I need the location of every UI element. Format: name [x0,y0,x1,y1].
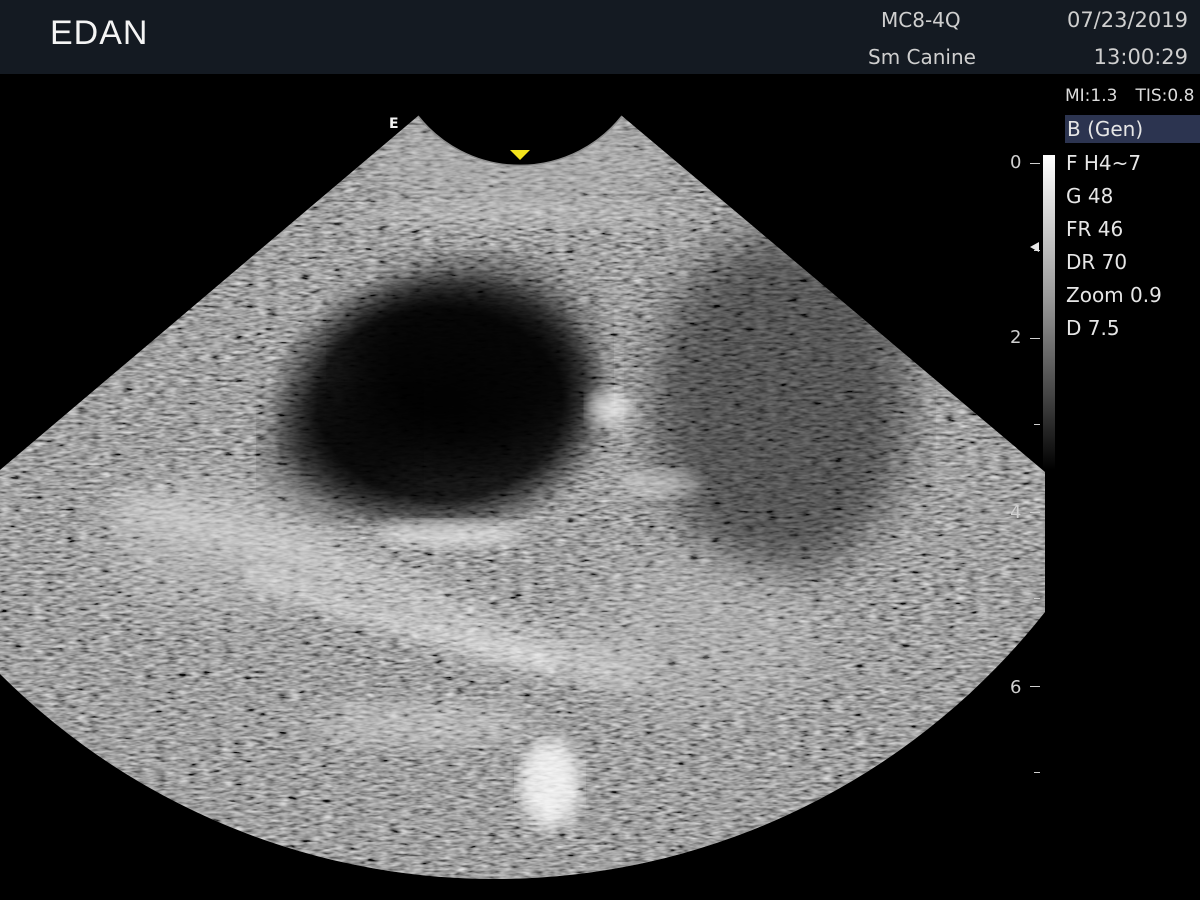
param-frequency: F H4~7 [1066,151,1142,175]
mechanical-index: MI:1.3 [1065,86,1118,106]
param-zoom: Zoom 0.9 [1066,283,1162,307]
depth-tick [1034,598,1040,599]
exam-preset: Sm Canine [868,45,976,69]
depth-tick [1030,338,1040,339]
focal-zone-marker [1030,242,1039,252]
param-frame-rate: FR 46 [1066,217,1124,241]
grayscale-bar [1043,155,1055,470]
exam-time: 13:00:29 [1093,45,1188,69]
orientation-marker: E [389,116,399,132]
depth-label-2: 2 [1010,327,1022,348]
brand-logo: EDAN [50,14,149,52]
ultrasound-image [0,115,1045,880]
probe-model: MC8-4Q [881,8,961,32]
depth-label-4: 4 [1010,502,1022,523]
focus-position-marker [510,150,530,160]
param-dynamic-range: DR 70 [1066,250,1128,274]
param-gain: G 48 [1066,184,1114,208]
depth-tick [1030,163,1040,164]
depth-label-0: 0 [1010,152,1022,173]
depth-tick [1034,424,1040,425]
exam-date: 07/23/2019 [1066,8,1188,32]
header-bar: EDAN MC8-4Q Sm Canine 07/23/2019 13:00:2… [0,0,1200,74]
depth-tick [1030,686,1040,687]
echo-sector [0,116,1045,880]
depth-tick [1030,512,1040,513]
imaging-parameters: F H4~7 G 48 FR 46 DR 70 Zoom 0.9 D 7.5 [1066,150,1162,348]
safety-indices: MI:1.3 TIS:0.8 [1065,86,1194,106]
depth-tick [1034,772,1040,773]
param-depth: D 7.5 [1066,316,1120,340]
depth-label-6: 6 [1010,677,1022,698]
thermal-index: TIS:0.8 [1135,86,1195,106]
imaging-mode: B (Gen) [1065,115,1200,143]
